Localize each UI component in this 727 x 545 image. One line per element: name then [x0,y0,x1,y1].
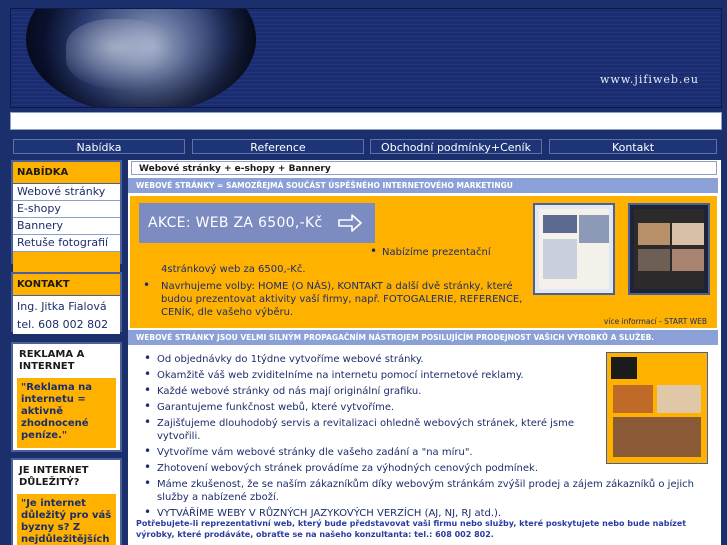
offer-bullet-2: Navrhujeme volby: HOME (O NÁS), KONTAKT … [143,279,533,319]
ad-title: REKLAMA A INTERNET [13,344,120,378]
thumbnail-2-block-a [638,223,670,245]
sidebar-contact-title: KONTAKT [13,274,120,296]
offer-line-1: Nabízíme prezentační [370,245,533,259]
sidebar-menu: NABÍDKA Webové stránky E-shopy Bannery R… [11,160,122,278]
akce-label: AKCE: WEB ZA 6500,-Kč [148,215,323,231]
list-item: Máme zkušenost, že se naším zákazníkům d… [144,477,704,504]
nav-item-podminky[interactable]: Obchodní podmínky+Ceník [370,139,542,154]
photo-block-c [613,417,701,457]
sidebar-item-eshopy[interactable]: E-shopy [13,201,120,218]
website-thumbnail-2[interactable] [628,203,710,295]
reference-photo[interactable] [606,352,708,464]
section-bar-propagation: WEBOVÉ STRÁNKY JSOU VELMI SILNÝM PROPAGA… [128,330,718,345]
important-text: "Je internet důležitý pro váš byzny s? Z… [17,494,116,545]
more-info-link[interactable]: více informací - START WEB [604,317,707,326]
header-strip [10,112,722,130]
site-url: www.jifiweb.eu [599,73,699,86]
sidebar-important-box: JE INTERNET DŮLEŽITÝ? "Je internet důlež… [11,458,122,545]
thumbnail-1-preview [539,209,609,289]
sidebar-ad-box: REKLAMA A INTERNET "Reklama na internetu… [11,342,122,452]
header-banner: www.jifiweb.eu [10,8,722,108]
photo-block-a [613,385,653,413]
ad-text: "Reklama na internetu = aktivně zhodnoce… [17,378,116,448]
website-thumbnail-1[interactable] [533,203,615,295]
contact-name: Ing. Jitka Fialová [13,296,120,316]
globe-image [26,9,256,107]
photo-logo-block [611,357,637,379]
important-title: JE INTERNET DŮLEŽITÝ? [13,460,120,494]
offer-list: Nabízíme prezentační 4stránkový web za 6… [143,245,533,319]
akce-banner[interactable]: AKCE: WEB ZA 6500,-Kč [139,203,375,243]
nav-item-kontakt[interactable]: Kontakt [549,139,717,154]
sidebar-item-bannery[interactable]: Bannery [13,218,120,235]
nav-item-reference[interactable]: Reference [192,139,364,154]
main-content: Webové stránky + e-shopy + Bannery WEBOV… [128,160,721,545]
nav-item-nabidka[interactable]: Nabídka [13,139,185,154]
main-nav: Nabídka Reference Obchodní podmínky+Cení… [13,139,717,154]
contact-phone: tel. 608 002 802 [13,316,120,334]
list-item: Zajišťujeme dlouhodobý servis a revitali… [144,416,599,443]
thumbnail-2-block-d [672,249,704,271]
photo-block-b [657,385,701,413]
thumbnail-1-block-a [543,215,577,233]
consultant-note: Potřebujete-li reprezentativní web, kter… [136,519,687,539]
thumbnail-2-block-b [672,223,704,245]
arrow-right-icon [338,214,362,232]
sidebar-contact: KONTAKT Ing. Jitka Fialová tel. 608 002 … [11,272,122,334]
sidebar-menu-title: NABÍDKA [13,162,120,184]
sidebar-item-webove-stranky[interactable]: Webové stránky [13,184,120,201]
thumbnail-2-preview [634,209,704,289]
thumbnail-2-block-c [638,249,670,271]
section-bar-marketing: WEBOVÉ STRÁNKY = SAMOZŘEJMÁ SOUČÁST ÚSPĚ… [128,178,718,193]
offer-line-2: 4stránkový web za 6500,-Kč. [161,264,306,275]
sidebar-item-retuse[interactable]: Retuše fotografií [13,235,120,252]
thumbnail-1-block-c [543,239,577,279]
breadcrumb: Webové stránky + e-shopy + Bannery [131,161,717,175]
offer-panel: AKCE: WEB ZA 6500,-Kč Nabízíme prezentač… [130,196,717,328]
thumbnail-1-block-b [579,215,609,243]
